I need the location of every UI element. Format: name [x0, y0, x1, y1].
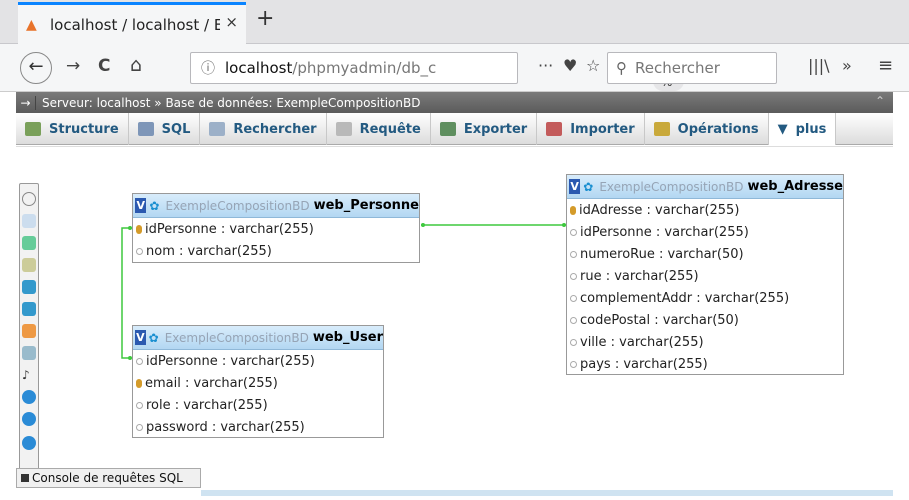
sql-console-toggle[interactable]: Console de requêtes SQL: [16, 468, 201, 488]
column-icon: [136, 401, 143, 409]
column-row[interactable]: idPersonne : varchar(255): [567, 221, 843, 243]
table-options-icon[interactable]: ✿: [149, 199, 159, 213]
table-options-icon[interactable]: ✿: [583, 180, 593, 194]
column-icon: [570, 360, 577, 368]
column-icon: [570, 338, 577, 346]
column-row[interactable]: pays : varchar(255): [567, 353, 843, 375]
table-name: web_User: [312, 330, 383, 345]
column-icon: [570, 272, 577, 280]
relation-endpoint: [421, 223, 425, 227]
column-row[interactable]: numeroRue : varchar(50): [567, 243, 843, 265]
column-row[interactable]: rue : varchar(255): [567, 265, 843, 287]
options-icon[interactable]: [22, 192, 36, 206]
table-name: web_Personne: [313, 198, 419, 213]
primary-key-icon: [570, 205, 576, 215]
column-row[interactable]: email : varchar(255): [133, 372, 383, 394]
designer-side-toolbar: ♪: [19, 183, 39, 473]
toggle-columns-icon[interactable]: V: [569, 179, 581, 194]
table-options-icon[interactable]: ✿: [149, 331, 159, 345]
table-db-name: ExempleCompositionBD: [599, 179, 744, 194]
column-icon: [570, 316, 577, 324]
relation-line-personne-user: [121, 227, 132, 359]
open-page-icon[interactable]: [22, 324, 36, 338]
column-row[interactable]: codePostal : varchar(50): [567, 309, 843, 331]
table-header[interactable]: V ✿ ExempleCompositionBD web_Personne: [133, 194, 419, 218]
column-row[interactable]: ville : varchar(255): [567, 331, 843, 353]
column-row[interactable]: idPersonne : varchar(255): [133, 350, 383, 372]
toggle-relations-icon[interactable]: [22, 390, 36, 404]
column-row[interactable]: nom : varchar(255): [133, 240, 419, 262]
new-page-icon[interactable]: [22, 258, 36, 272]
help-icon[interactable]: [22, 436, 36, 450]
column-icon: [570, 228, 577, 236]
toggle-columns-icon[interactable]: V: [135, 330, 146, 345]
table-db-name: ExempleCompositionBD: [165, 198, 310, 213]
column-icon: [570, 250, 577, 258]
console-icon: [21, 474, 29, 482]
table-web-user[interactable]: V ✿ ExempleCompositionBD web_User idPers…: [132, 325, 384, 438]
console-divider: [201, 490, 893, 496]
column-row[interactable]: idAdresse : varchar(255): [567, 199, 843, 221]
column-icon: [570, 294, 577, 302]
column-row[interactable]: password : varchar(255): [133, 416, 383, 438]
relation-icon[interactable]: ♪: [22, 368, 36, 382]
primary-key-icon: [136, 378, 142, 388]
column-row[interactable]: complementAddr : varchar(255): [567, 287, 843, 309]
add-tables-icon[interactable]: [22, 236, 36, 250]
primary-key-icon: [136, 224, 142, 234]
column-icon: [136, 423, 143, 431]
console-label: Console de requêtes SQL: [32, 471, 183, 485]
table-name: web_Adresse: [747, 179, 843, 194]
table-header[interactable]: V ✿ ExempleCompositionBD web_User: [133, 326, 383, 350]
column-icon: [136, 247, 143, 255]
delete-page-icon[interactable]: [22, 346, 36, 360]
column-row[interactable]: role : varchar(255): [133, 394, 383, 416]
toggle-columns-icon[interactable]: V: [135, 198, 147, 213]
table-web-personne[interactable]: V ✿ ExempleCompositionBD web_Personne id…: [132, 193, 420, 263]
fullscreen-icon[interactable]: [22, 214, 36, 228]
save-icon[interactable]: [22, 280, 36, 294]
save-as-icon[interactable]: [22, 302, 36, 316]
table-web-adresse[interactable]: V ✿ ExempleCompositionBD web_Adresse idA…: [566, 174, 844, 375]
table-db-name: ExempleCompositionBD: [164, 330, 309, 345]
table-header[interactable]: V ✿ ExempleCompositionBD web_Adresse: [567, 175, 843, 199]
column-row[interactable]: idPersonne : varchar(255): [133, 218, 419, 240]
column-icon: [136, 357, 143, 365]
angular-links-icon[interactable]: [22, 412, 36, 426]
